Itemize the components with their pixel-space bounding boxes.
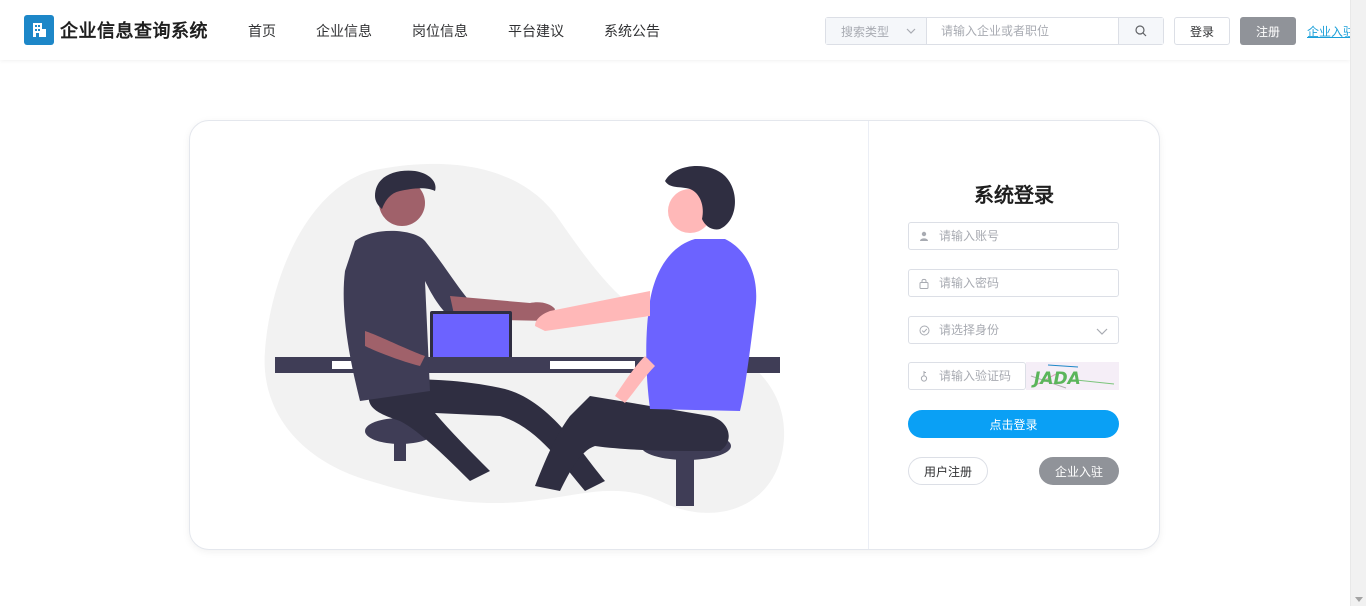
- search-bar: 搜索类型: [825, 17, 1164, 45]
- main-nav: 首页 企业信息 岗位信息 平台建议 系统公告: [248, 21, 700, 41]
- role-select[interactable]: [908, 316, 1119, 344]
- right-person-torso: [646, 239, 757, 411]
- user-register-button[interactable]: 用户注册: [908, 457, 988, 485]
- enterprise-join-button[interactable]: 企业入驻: [1039, 457, 1119, 485]
- search-button[interactable]: [1118, 18, 1163, 44]
- scroll-down-arrow-icon[interactable]: [1355, 597, 1363, 602]
- account-input[interactable]: [939, 229, 1118, 243]
- chevron-down-icon: [1096, 328, 1108, 335]
- scrollbar-thumb[interactable]: [1353, 60, 1364, 580]
- nav-item-enterprise-info[interactable]: 企业信息: [316, 21, 372, 41]
- nav-item-announcements[interactable]: 系统公告: [604, 21, 660, 41]
- building-icon: [33, 23, 46, 37]
- captcha-image[interactable]: JADA: [1026, 362, 1119, 390]
- nav-item-suggestions[interactable]: 平台建议: [508, 21, 564, 41]
- login-submit-button[interactable]: 点击登录: [908, 410, 1119, 438]
- captcha-input[interactable]: [939, 369, 1025, 383]
- lock-icon: [919, 278, 929, 289]
- top-header: 企业信息查询系统 首页 企业信息 岗位信息 平台建议 系统公告 搜索类型 登录 …: [0, 0, 1355, 60]
- captcha-graphic: JADA: [1030, 364, 1115, 389]
- nav-item-home[interactable]: 首页: [248, 21, 276, 41]
- left-stool-leg: [394, 436, 406, 461]
- key-icon: [920, 371, 928, 382]
- register-button[interactable]: 注册: [1240, 17, 1296, 45]
- user-icon: [920, 231, 928, 241]
- account-field: [908, 222, 1119, 250]
- password-field: [908, 269, 1119, 297]
- login-title: 系统登录: [974, 183, 1054, 207]
- check-circle-icon: [919, 325, 929, 335]
- handshake-illustration: [264, 163, 785, 513]
- role-input[interactable]: [939, 323, 1118, 337]
- card-divider: [868, 121, 869, 549]
- captcha-text: JADA: [1031, 369, 1081, 389]
- table-paper-right: [550, 361, 635, 369]
- login-button[interactable]: 登录: [1174, 17, 1230, 45]
- login-card: 系统登录 请输入账号 请选择身份 请输入验证码 JADA 点击登录 用户注册 企…: [189, 120, 1160, 550]
- password-input[interactable]: [939, 276, 1118, 290]
- laptop-screen: [433, 314, 509, 358]
- logo[interactable]: [24, 15, 54, 45]
- laptop-base: [425, 357, 517, 362]
- search-type-select[interactable]: 搜索类型: [826, 18, 927, 44]
- search-input[interactable]: [927, 18, 1118, 44]
- vertical-scrollbar[interactable]: [1350, 0, 1366, 606]
- app-title: 企业信息查询系统: [60, 21, 208, 42]
- enterprise-join-link[interactable]: 企业入驻: [1307, 23, 1355, 40]
- search-type-placeholder: 搜索类型: [841, 24, 890, 39]
- right-stool-leg: [676, 451, 694, 506]
- search-icon: [1135, 25, 1147, 37]
- captcha-field: [908, 362, 1026, 390]
- chevron-down-icon: [906, 28, 916, 34]
- nav-item-job-info[interactable]: 岗位信息: [412, 21, 468, 41]
